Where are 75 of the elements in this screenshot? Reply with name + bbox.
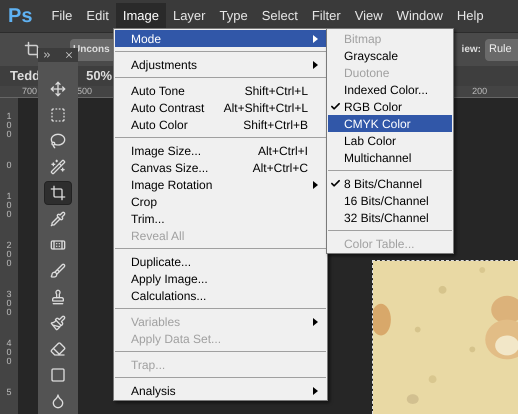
menu-option[interactable]: Indexed Color... bbox=[344, 80, 428, 98]
crop-icon bbox=[50, 185, 66, 201]
ruler-label: 100 bbox=[5, 192, 12, 219]
brush-icon bbox=[50, 263, 66, 279]
menu-option[interactable]: 16 Bits/Channel bbox=[344, 192, 429, 210]
menu-option: Trap... bbox=[131, 356, 318, 374]
menu-item[interactable]: Edit bbox=[79, 3, 116, 29]
menu-item[interactable]: Select bbox=[254, 3, 305, 29]
menu-item[interactable]: Window bbox=[390, 3, 450, 29]
menu-option[interactable]: Image Rotation bbox=[131, 176, 313, 194]
menu-option[interactable]: Lab Color bbox=[344, 132, 396, 150]
shortcut-label: Shift+Ctrl+B bbox=[243, 116, 308, 134]
menu-option[interactable]: Duplicate... bbox=[131, 252, 318, 270]
view-dropdown[interactable]: Rule bbox=[485, 38, 518, 60]
submenu-arrow-icon bbox=[313, 180, 318, 188]
menu-option[interactable]: 8 Bits/Channel bbox=[344, 174, 422, 192]
menu-option[interactable]: Crop bbox=[131, 192, 318, 210]
menu-option: Color Table... bbox=[344, 234, 414, 252]
menu-item[interactable]: View bbox=[348, 3, 390, 29]
magic-wand-icon bbox=[50, 159, 66, 175]
shortcut-label: Alt+Ctrl+I bbox=[258, 142, 308, 160]
menu-option: Apply Data Set... bbox=[131, 330, 318, 348]
view-label: iew: bbox=[462, 43, 481, 57]
stamp-icon bbox=[50, 289, 66, 305]
menu-item[interactable]: File bbox=[44, 3, 80, 29]
menu-option: Reveal All bbox=[131, 226, 318, 244]
shortcut-label: Alt+Shift+Ctrl+L bbox=[224, 100, 308, 116]
ruler-label: 300 bbox=[5, 290, 12, 317]
submenu-arrow-icon bbox=[313, 34, 318, 42]
ruler-label: 200 bbox=[5, 241, 12, 268]
eraser-icon bbox=[50, 341, 66, 357]
menu-item[interactable]: Help bbox=[450, 3, 491, 29]
menu-option[interactable]: Trim... bbox=[131, 210, 318, 228]
ruler-label: 100 bbox=[5, 112, 12, 139]
app-logo: Ps bbox=[8, 4, 32, 29]
ruler-label: 700 bbox=[22, 84, 38, 98]
menu-option: Variables bbox=[131, 312, 313, 330]
eyedropper-icon bbox=[50, 211, 66, 227]
menu-option[interactable]: Auto Contrast bbox=[131, 98, 224, 116]
menu-option[interactable]: Analysis bbox=[131, 382, 313, 400]
shortcut-label: Shift+Ctrl+L bbox=[244, 82, 308, 100]
menu-option[interactable]: Grayscale bbox=[344, 46, 398, 64]
ruler-label: 5 bbox=[5, 388, 12, 397]
zoom-level: 50% bbox=[86, 67, 112, 86]
shortcut-label: Alt+Ctrl+C bbox=[252, 160, 308, 176]
menu-item[interactable]: Type bbox=[212, 3, 255, 29]
lasso-icon bbox=[50, 133, 66, 149]
close-icon[interactable] bbox=[64, 50, 74, 60]
tool-button[interactable] bbox=[44, 181, 72, 205]
menu-option[interactable]: Calculations... bbox=[131, 286, 318, 304]
menu-option[interactable]: Auto Tone bbox=[131, 82, 245, 100]
menu-option[interactable]: 32 Bits/Channel bbox=[344, 208, 429, 226]
menu-option: Bitmap bbox=[344, 30, 382, 48]
submenu-arrow-icon bbox=[313, 60, 318, 68]
drop-icon bbox=[50, 393, 66, 409]
menu-item[interactable]: Image bbox=[116, 3, 166, 29]
brush-icon bbox=[50, 315, 66, 331]
menu-option[interactable]: Adjustments bbox=[131, 56, 313, 74]
submenu-arrow-icon bbox=[313, 318, 318, 326]
submenu-arrow-icon bbox=[313, 386, 318, 394]
menu-option[interactable]: Canvas Size... bbox=[131, 158, 253, 176]
menu-option[interactable]: RGB Color bbox=[344, 98, 402, 116]
menu-option[interactable]: Image Size... bbox=[131, 142, 258, 160]
menu-item[interactable]: Layer bbox=[166, 3, 212, 29]
ruler-label: 0 bbox=[5, 161, 12, 170]
menu-item[interactable]: Filter bbox=[304, 3, 348, 29]
menu-option: Duotone bbox=[344, 64, 390, 82]
menu-option[interactable]: Apply Image... bbox=[131, 270, 318, 288]
move-icon bbox=[50, 81, 66, 97]
dashed-square-icon bbox=[50, 107, 66, 123]
menu-option[interactable]: Auto Color bbox=[131, 116, 244, 134]
expand-icon[interactable] bbox=[42, 50, 52, 60]
menu-option[interactable]: Multichannel bbox=[344, 148, 412, 166]
ruler-label: 400 bbox=[5, 339, 12, 366]
ruler-label: 200 bbox=[472, 84, 488, 98]
